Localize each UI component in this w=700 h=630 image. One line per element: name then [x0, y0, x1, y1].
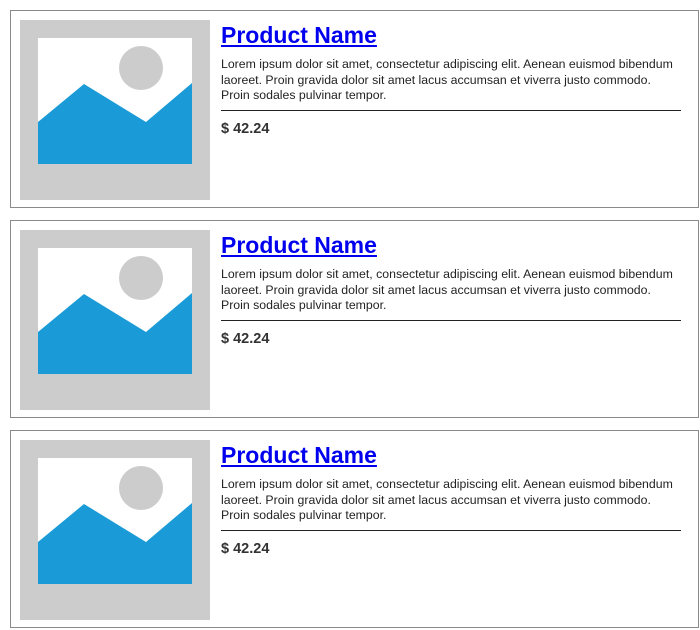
- product-image[interactable]: [20, 20, 210, 200]
- product-price: $ 42.24: [221, 330, 270, 347]
- divider: [221, 319, 681, 321]
- product-info: Product Name Lorem ipsum dolor sit amet,…: [221, 439, 681, 558]
- divider: [221, 109, 681, 111]
- product-card: Product Name Lorem ipsum dolor sit amet,…: [10, 430, 699, 628]
- product-description: Lorem ipsum dolor sit amet, consectetur …: [221, 57, 673, 102]
- image-placeholder-icon: [38, 38, 192, 164]
- product-price: $ 42.24: [221, 120, 270, 137]
- product-name-link[interactable]: Product Name: [221, 439, 377, 471]
- image-placeholder-icon: [38, 248, 192, 374]
- product-image[interactable]: [20, 230, 210, 410]
- product-card: Product Name Lorem ipsum dolor sit amet,…: [10, 220, 699, 418]
- product-name-link[interactable]: Product Name: [221, 229, 377, 261]
- divider: [221, 529, 681, 531]
- product-card: Product Name Lorem ipsum dolor sit amet,…: [10, 10, 699, 208]
- product-image[interactable]: [20, 440, 210, 620]
- product-description: Lorem ipsum dolor sit amet, consectetur …: [221, 267, 673, 312]
- product-price: $ 42.24: [221, 540, 270, 557]
- product-name-link[interactable]: Product Name: [221, 19, 377, 51]
- image-placeholder-icon: [38, 458, 192, 584]
- product-info: Product Name Lorem ipsum dolor sit amet,…: [221, 19, 681, 138]
- product-info: Product Name Lorem ipsum dolor sit amet,…: [221, 229, 681, 348]
- product-description: Lorem ipsum dolor sit amet, consectetur …: [221, 477, 673, 522]
